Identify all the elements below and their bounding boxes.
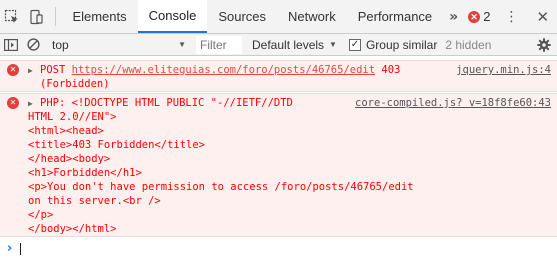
message-text: PHP: <!DOCTYPE HTML PUBLIC "-//IETF//DTD [40,96,320,110]
close-icon[interactable]: ✕ [528,0,557,33]
context-value: top [52,37,69,52]
clear-console-icon[interactable] [22,34,44,56]
expand-triangle-icon[interactable]: ▶ [28,64,33,78]
request-url-link[interactable]: https://www.eliteguias.com/foro/posts/46… [72,64,375,76]
tab-console[interactable]: Console [137,0,208,33]
console-toolbar: top ▼ Default levels ▼ ✓ Group similar 2… [0,34,557,56]
toolbar-divider [54,7,56,26]
text-cursor [20,242,22,255]
hidden-count: 2 hidden [445,37,492,52]
sidebar-toggle-icon[interactable] [0,34,22,56]
console-error-message[interactable]: ✕ ▶ POST https://www.eliteguias.com/foro… [0,60,557,92]
error-icon: ✕ [7,97,19,109]
tab-label: Sources [218,9,267,24]
more-tabs-button[interactable]: » [443,0,464,33]
group-similar-checkbox[interactable]: ✓ [348,38,361,51]
gear-icon[interactable] [531,37,557,52]
log-levels-value: Default levels [252,37,325,52]
filter-input[interactable] [196,35,242,54]
error-count: 2 [483,9,491,24]
message-line: <h1>Forbidden</h1> [28,167,142,179]
more-tabs-icon: » [449,8,459,25]
message-second-line: HTML 2.0//EN"> [28,111,117,123]
tab-label: Console [148,8,197,23]
source-link[interactable]: jquery.min.js:4 [456,63,551,77]
group-similar-label: Group similar [365,37,438,52]
expand-triangle-icon[interactable]: ▶ [28,97,33,111]
devtools-tabbar: Elements Console Sources Network Perform… [0,0,557,34]
message-body-lines: <html><head> <title>403 Forbidden</title… [28,124,414,236]
request-method: POST [40,64,66,76]
tab-sources[interactable]: Sources [207,0,277,33]
message-text: POST https://www.eliteguias.com/foro/pos… [40,63,420,91]
status-code: 403 [381,64,401,76]
message-line: </p> [28,209,54,221]
error-count-badge[interactable]: ✕ 2 [464,0,494,33]
tab-performance[interactable]: Performance [347,0,443,33]
log-levels-select[interactable]: Default levels ▼ [242,38,343,52]
device-toolbar-icon[interactable] [24,0,48,33]
status-text: (Forbidden) [40,78,110,90]
message-line: on this server.<br /> [28,195,161,207]
tab-network[interactable]: Network [277,0,347,33]
message-line: <title>403 Forbidden</title> [28,139,206,151]
error-badge-icon: ✕ [468,10,481,23]
message-line: </body></html> [28,223,117,235]
tab-label: Elements [72,9,127,24]
chevron-down-icon: ▼ [178,40,186,49]
tab-label: Network [288,9,336,24]
context-select[interactable]: top ▼ [44,34,192,56]
inspect-element-icon[interactable] [0,0,24,33]
tab-elements[interactable]: Elements [61,0,137,33]
kebab-menu-icon[interactable]: ⋮ [494,0,528,33]
source-link[interactable]: core-compiled.js? v=18f8fe60:43 [355,96,551,110]
message-line: </head><body> [28,153,111,165]
prompt-chevron-icon: › [7,241,13,256]
error-icon: ✕ [7,64,19,76]
message-first-line: PHP: <!DOCTYPE HTML PUBLIC "-//IETF//DTD [40,97,293,109]
console-error-message[interactable]: ✕ ▶ PHP: <!DOCTYPE HTML PUBLIC "-//IETF/… [0,93,557,237]
message-line: <p>You don't have permission to access /… [28,181,414,193]
chevron-down-icon: ▼ [329,40,337,49]
tab-label: Performance [357,9,433,24]
console-prompt[interactable]: › [0,238,557,259]
message-line: <html><head> [28,125,104,137]
